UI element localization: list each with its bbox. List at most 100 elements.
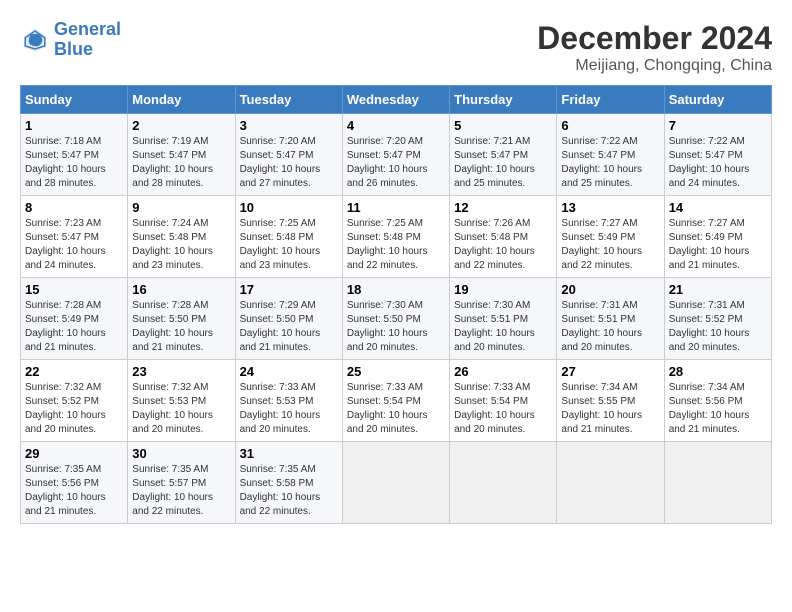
day-info: Sunrise: 7:27 AM Sunset: 5:49 PM Dayligh…: [669, 217, 767, 273]
day-number: 17: [240, 282, 338, 297]
weekday-header-friday: Friday: [557, 86, 664, 114]
calendar-cell: 23 Sunrise: 7:32 AM Sunset: 5:53 PM Dayl…: [128, 360, 235, 442]
day-number: 4: [347, 118, 445, 133]
day-info: Sunrise: 7:29 AM Sunset: 5:50 PM Dayligh…: [240, 299, 338, 355]
day-info: Sunrise: 7:20 AM Sunset: 5:47 PM Dayligh…: [240, 135, 338, 191]
calendar-cell: [664, 442, 771, 524]
calendar-cell: 5 Sunrise: 7:21 AM Sunset: 5:47 PM Dayli…: [450, 114, 557, 196]
title-area: December 2024 Meijiang, Chongqing, China: [537, 20, 772, 75]
day-info: Sunrise: 7:19 AM Sunset: 5:47 PM Dayligh…: [132, 135, 230, 191]
day-info: Sunrise: 7:35 AM Sunset: 5:58 PM Dayligh…: [240, 463, 338, 519]
calendar-cell: 30 Sunrise: 7:35 AM Sunset: 5:57 PM Dayl…: [128, 442, 235, 524]
day-info: Sunrise: 7:30 AM Sunset: 5:50 PM Dayligh…: [347, 299, 445, 355]
day-info: Sunrise: 7:22 AM Sunset: 5:47 PM Dayligh…: [561, 135, 659, 191]
calendar-cell: 17 Sunrise: 7:29 AM Sunset: 5:50 PM Dayl…: [235, 278, 342, 360]
day-number: 2: [132, 118, 230, 133]
day-info: Sunrise: 7:33 AM Sunset: 5:54 PM Dayligh…: [454, 381, 552, 437]
day-info: Sunrise: 7:31 AM Sunset: 5:52 PM Dayligh…: [669, 299, 767, 355]
day-number: 14: [669, 200, 767, 215]
calendar-cell: 2 Sunrise: 7:19 AM Sunset: 5:47 PM Dayli…: [128, 114, 235, 196]
day-number: 25: [347, 364, 445, 379]
day-info: Sunrise: 7:21 AM Sunset: 5:47 PM Dayligh…: [454, 135, 552, 191]
weekday-header-tuesday: Tuesday: [235, 86, 342, 114]
day-info: Sunrise: 7:28 AM Sunset: 5:49 PM Dayligh…: [25, 299, 123, 355]
calendar-cell: 3 Sunrise: 7:20 AM Sunset: 5:47 PM Dayli…: [235, 114, 342, 196]
day-number: 18: [347, 282, 445, 297]
day-number: 5: [454, 118, 552, 133]
calendar-cell: 28 Sunrise: 7:34 AM Sunset: 5:56 PM Dayl…: [664, 360, 771, 442]
day-number: 9: [132, 200, 230, 215]
day-number: 15: [25, 282, 123, 297]
calendar-cell: 19 Sunrise: 7:30 AM Sunset: 5:51 PM Dayl…: [450, 278, 557, 360]
day-info: Sunrise: 7:31 AM Sunset: 5:51 PM Dayligh…: [561, 299, 659, 355]
day-number: 21: [669, 282, 767, 297]
day-number: 13: [561, 200, 659, 215]
day-number: 26: [454, 364, 552, 379]
calendar-cell: 6 Sunrise: 7:22 AM Sunset: 5:47 PM Dayli…: [557, 114, 664, 196]
calendar-cell: 20 Sunrise: 7:31 AM Sunset: 5:51 PM Dayl…: [557, 278, 664, 360]
calendar-cell: 12 Sunrise: 7:26 AM Sunset: 5:48 PM Dayl…: [450, 196, 557, 278]
day-info: Sunrise: 7:34 AM Sunset: 5:55 PM Dayligh…: [561, 381, 659, 437]
calendar-cell: 25 Sunrise: 7:33 AM Sunset: 5:54 PM Dayl…: [342, 360, 449, 442]
calendar-cell: 29 Sunrise: 7:35 AM Sunset: 5:56 PM Dayl…: [21, 442, 128, 524]
weekday-header-row: SundayMondayTuesdayWednesdayThursdayFrid…: [21, 86, 772, 114]
month-title: December 2024: [537, 20, 772, 57]
header: General Blue December 2024 Meijiang, Cho…: [20, 20, 772, 75]
calendar-cell: 10 Sunrise: 7:25 AM Sunset: 5:48 PM Dayl…: [235, 196, 342, 278]
week-row-4: 22 Sunrise: 7:32 AM Sunset: 5:52 PM Dayl…: [21, 360, 772, 442]
weekday-header-thursday: Thursday: [450, 86, 557, 114]
calendar-cell: 26 Sunrise: 7:33 AM Sunset: 5:54 PM Dayl…: [450, 360, 557, 442]
calendar-cell: 1 Sunrise: 7:18 AM Sunset: 5:47 PM Dayli…: [21, 114, 128, 196]
location-title: Meijiang, Chongqing, China: [537, 57, 772, 75]
calendar-cell: 8 Sunrise: 7:23 AM Sunset: 5:47 PM Dayli…: [21, 196, 128, 278]
calendar-cell: 16 Sunrise: 7:28 AM Sunset: 5:50 PM Dayl…: [128, 278, 235, 360]
weekday-header-sunday: Sunday: [21, 86, 128, 114]
logo-icon: [20, 25, 50, 55]
weekday-header-saturday: Saturday: [664, 86, 771, 114]
day-info: Sunrise: 7:27 AM Sunset: 5:49 PM Dayligh…: [561, 217, 659, 273]
day-info: Sunrise: 7:25 AM Sunset: 5:48 PM Dayligh…: [347, 217, 445, 273]
day-number: 11: [347, 200, 445, 215]
calendar-cell: 13 Sunrise: 7:27 AM Sunset: 5:49 PM Dayl…: [557, 196, 664, 278]
day-info: Sunrise: 7:35 AM Sunset: 5:57 PM Dayligh…: [132, 463, 230, 519]
calendar-cell: 11 Sunrise: 7:25 AM Sunset: 5:48 PM Dayl…: [342, 196, 449, 278]
day-info: Sunrise: 7:34 AM Sunset: 5:56 PM Dayligh…: [669, 381, 767, 437]
day-number: 7: [669, 118, 767, 133]
calendar-cell: 22 Sunrise: 7:32 AM Sunset: 5:52 PM Dayl…: [21, 360, 128, 442]
calendar-cell: 27 Sunrise: 7:34 AM Sunset: 5:55 PM Dayl…: [557, 360, 664, 442]
day-number: 22: [25, 364, 123, 379]
week-row-3: 15 Sunrise: 7:28 AM Sunset: 5:49 PM Dayl…: [21, 278, 772, 360]
day-info: Sunrise: 7:32 AM Sunset: 5:53 PM Dayligh…: [132, 381, 230, 437]
week-row-1: 1 Sunrise: 7:18 AM Sunset: 5:47 PM Dayli…: [21, 114, 772, 196]
week-row-2: 8 Sunrise: 7:23 AM Sunset: 5:47 PM Dayli…: [21, 196, 772, 278]
day-info: Sunrise: 7:28 AM Sunset: 5:50 PM Dayligh…: [132, 299, 230, 355]
day-info: Sunrise: 7:26 AM Sunset: 5:48 PM Dayligh…: [454, 217, 552, 273]
day-number: 6: [561, 118, 659, 133]
day-info: Sunrise: 7:32 AM Sunset: 5:52 PM Dayligh…: [25, 381, 123, 437]
day-info: Sunrise: 7:25 AM Sunset: 5:48 PM Dayligh…: [240, 217, 338, 273]
day-info: Sunrise: 7:23 AM Sunset: 5:47 PM Dayligh…: [25, 217, 123, 273]
calendar-table: SundayMondayTuesdayWednesdayThursdayFrid…: [20, 85, 772, 524]
day-number: 27: [561, 364, 659, 379]
calendar-cell: [557, 442, 664, 524]
day-number: 30: [132, 446, 230, 461]
day-number: 1: [25, 118, 123, 133]
calendar-cell: 31 Sunrise: 7:35 AM Sunset: 5:58 PM Dayl…: [235, 442, 342, 524]
day-number: 20: [561, 282, 659, 297]
day-info: Sunrise: 7:18 AM Sunset: 5:47 PM Dayligh…: [25, 135, 123, 191]
day-number: 28: [669, 364, 767, 379]
day-number: 3: [240, 118, 338, 133]
calendar-cell: 7 Sunrise: 7:22 AM Sunset: 5:47 PM Dayli…: [664, 114, 771, 196]
logo-text: General Blue: [54, 20, 121, 60]
day-info: Sunrise: 7:30 AM Sunset: 5:51 PM Dayligh…: [454, 299, 552, 355]
day-info: Sunrise: 7:33 AM Sunset: 5:53 PM Dayligh…: [240, 381, 338, 437]
weekday-header-wednesday: Wednesday: [342, 86, 449, 114]
day-number: 12: [454, 200, 552, 215]
calendar-cell: 21 Sunrise: 7:31 AM Sunset: 5:52 PM Dayl…: [664, 278, 771, 360]
day-info: Sunrise: 7:33 AM Sunset: 5:54 PM Dayligh…: [347, 381, 445, 437]
week-row-5: 29 Sunrise: 7:35 AM Sunset: 5:56 PM Dayl…: [21, 442, 772, 524]
weekday-header-monday: Monday: [128, 86, 235, 114]
day-number: 23: [132, 364, 230, 379]
day-number: 29: [25, 446, 123, 461]
calendar-cell: [342, 442, 449, 524]
